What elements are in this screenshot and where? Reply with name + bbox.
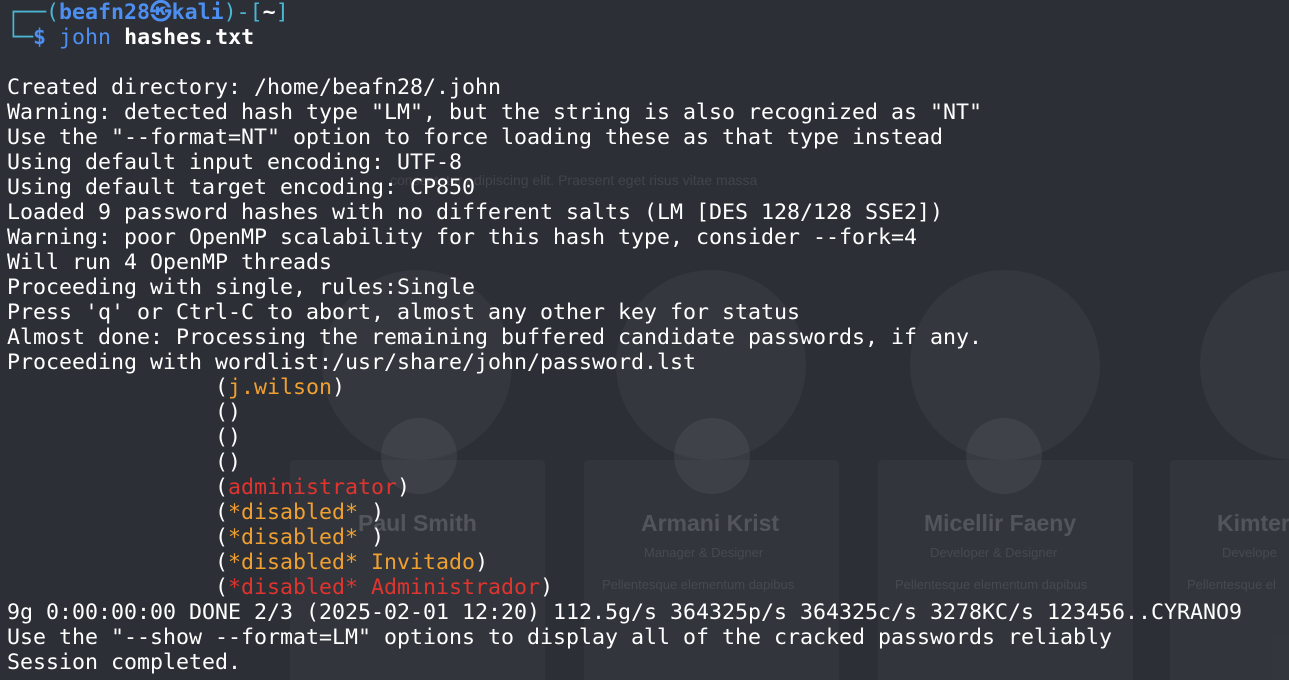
command-argument: hashes.txt [124, 25, 255, 50]
output-line: Proceeding with wordlist:/usr/share/john… [7, 350, 697, 375]
paren-open: ( [215, 400, 229, 425]
paren-open: ( [215, 450, 229, 475]
cracked-username [358, 500, 371, 525]
cracked-password-row: () [7, 450, 1289, 475]
output-line: Press 'q' or Ctrl-C to abort, almost any… [7, 300, 801, 325]
command-name: john [59, 25, 112, 50]
row-indent [7, 450, 215, 475]
paren-open: ( [215, 525, 229, 550]
row-indent [7, 575, 215, 600]
paren-open: ( [215, 425, 229, 450]
cracked-username [358, 525, 371, 550]
output-line: Loaded 9 password hashes with no differe… [7, 200, 944, 225]
row-indent [7, 375, 215, 400]
output-line: Proceeding with single, rules:Single [7, 275, 476, 300]
row-indent [7, 500, 215, 525]
paren-open: ( [215, 575, 229, 600]
prompt-at-icon: ㉿ [150, 0, 172, 25]
output-line: Use the "--format=NT" option to force lo… [7, 125, 944, 150]
prompt-header-line: ┌──(beafn28㉿kali)-[~] [7, 0, 1289, 25]
cracked-password-value: *disabled* [228, 500, 359, 525]
output-line: Using default target encoding: CP850 [7, 175, 476, 200]
cracked-password-value: *disabled* [228, 550, 359, 575]
output-line: Created directory: /home/beafn28/.john [7, 75, 502, 100]
prompt-frame: └─ [7, 25, 34, 50]
cracked-password-value: *disabled* [228, 525, 359, 550]
cracked-passwords-list: (j.wilson) () () () (administrator) (*di… [7, 375, 1289, 600]
summary-line: 9g 0:00:00:00 DONE 2/3 (2025-02-01 12:20… [7, 600, 1243, 625]
paren-close: ) [228, 400, 242, 425]
prompt-dollar: $ [33, 25, 60, 50]
paren-open: ( [215, 375, 229, 400]
terminal-window[interactable]: consectetur adipiscing elit. Praesent eg… [0, 0, 1289, 680]
output-line: Using default input encoding: UTF-8 [7, 150, 463, 175]
cracked-password-value: *disabled* [228, 575, 359, 600]
paren-close: ) [475, 550, 489, 575]
cracked-password-row: (*disabled* Administrador) [7, 575, 1289, 600]
prompt-path: ~ [262, 0, 276, 25]
prompt-user: beafn28 [59, 0, 151, 25]
cracked-password-value: administrator [228, 475, 398, 500]
cracked-password-value: j.wilson [228, 375, 333, 400]
output-line: Will run 4 OpenMP threads [7, 250, 333, 275]
cracked-password-row: (*disabled* Invitado) [7, 550, 1289, 575]
cracked-password-row: () [7, 400, 1289, 425]
command-line: └─$ john hashes.txt [7, 25, 1289, 50]
paren-close: ) [371, 500, 385, 525]
row-indent [7, 425, 215, 450]
output-line: Warning: poor OpenMP scalability for thi… [7, 225, 918, 250]
output-line: Warning: detected hash type "LM", but th… [7, 100, 983, 125]
terminal-output[interactable]: ┌──(beafn28㉿kali)-[~] └─$ john hashes.tx… [7, 0, 1289, 675]
prompt-frame: ┌──( [7, 0, 60, 25]
row-indent [7, 475, 215, 500]
prompt-frame: )-[ [223, 0, 263, 25]
prompt-frame: ] [275, 0, 289, 25]
output-line: Use the "--show --format=LM" options to … [7, 625, 1113, 650]
paren-open: ( [215, 500, 229, 525]
row-indent [7, 550, 215, 575]
paren-close: ) [540, 575, 554, 600]
cracked-password-row: (j.wilson) [7, 375, 1289, 400]
cracked-password-row: (administrator) [7, 475, 1289, 500]
paren-close: ) [397, 475, 411, 500]
paren-close: ) [371, 525, 385, 550]
paren-open: ( [215, 550, 229, 575]
output-line: Session completed. [7, 650, 242, 675]
cracked-username: Administrador [358, 575, 541, 600]
row-indent [7, 525, 215, 550]
prompt-host: kali [171, 0, 224, 25]
paren-close: ) [332, 375, 346, 400]
paren-close: ) [228, 450, 242, 475]
paren-close: ) [228, 425, 242, 450]
cracked-password-row: (*disabled* ) [7, 525, 1289, 550]
output-line: Almost done: Processing the remaining bu… [7, 325, 983, 350]
cracked-username: Invitado [358, 550, 476, 575]
row-indent [7, 400, 215, 425]
paren-open: ( [215, 475, 229, 500]
cracked-password-row: () [7, 425, 1289, 450]
cracked-password-row: (*disabled* ) [7, 500, 1289, 525]
